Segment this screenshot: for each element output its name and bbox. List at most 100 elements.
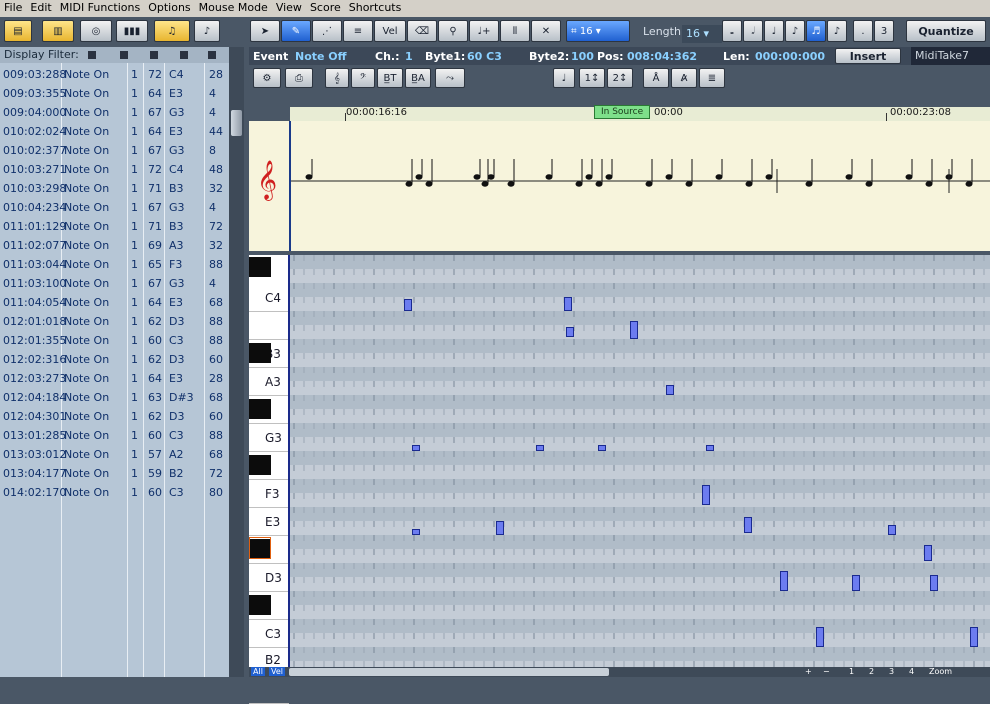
- quantize-button[interactable]: Quantize: [906, 20, 986, 42]
- event-list-view-button[interactable]: ▤: [4, 20, 32, 42]
- black-key[interactable]: [249, 257, 271, 277]
- text-above-button[interactable]: B̲T: [377, 68, 403, 88]
- quarter-note-button[interactable]: ♩: [764, 20, 784, 42]
- filter-toggle-pos[interactable]: [88, 51, 96, 59]
- draw-tool-button[interactable]: ✎: [281, 20, 311, 42]
- midi-note[interactable]: [666, 385, 674, 395]
- event-row[interactable]: 010:02:377 Note On 1 67 G3 8: [0, 141, 229, 160]
- mute-tool-button[interactable]: ✕: [531, 20, 561, 42]
- text-below-button[interactable]: B̲A: [405, 68, 431, 88]
- thirtysecond-note-button[interactable]: ♪: [827, 20, 847, 42]
- multi-line-tool-button[interactable]: ≡: [343, 20, 373, 42]
- timeline-ruler[interactable]: 00:00:16:16 In Source 00:00 00:00:23:08: [290, 105, 990, 122]
- midi-note[interactable]: [924, 545, 932, 561]
- chord-symbol-button[interactable]: A̷: [671, 68, 697, 88]
- event-row[interactable]: 012:02:316 Note On 1 62 D3 60: [0, 350, 229, 369]
- highlighted-key[interactable]: [249, 537, 271, 559]
- score-notation-area[interactable]: 𝄞: [249, 121, 990, 251]
- drum-view-button[interactable]: ◎: [80, 20, 112, 42]
- midi-note[interactable]: [706, 445, 714, 451]
- event-list-scroll-thumb[interactable]: [231, 110, 242, 136]
- lyric-button[interactable]: Å: [643, 68, 669, 88]
- controller-view-button[interactable]: ▮▮▮: [116, 20, 148, 42]
- page-3[interactable]: 3: [889, 667, 894, 676]
- black-key[interactable]: [249, 595, 271, 615]
- score-view-button[interactable]: ♫: [154, 20, 190, 42]
- midi-note[interactable]: [852, 575, 860, 591]
- midi-note[interactable]: [816, 627, 824, 647]
- menu-mouse-mode[interactable]: Mouse Mode: [195, 0, 272, 17]
- erase-tool-button[interactable]: ⌫: [407, 20, 437, 42]
- zoom-in-button[interactable]: +: [805, 667, 812, 676]
- event-row[interactable]: 010:03:271 Note On 1 72 C4 48: [0, 160, 229, 179]
- eighth-note-button[interactable]: ♪: [785, 20, 805, 42]
- transcribe-button[interactable]: ⤳: [435, 68, 465, 88]
- black-key[interactable]: [249, 455, 271, 475]
- horizontal-scroll-thumb[interactable]: [289, 668, 609, 676]
- length-select[interactable]: 16 ▾: [682, 25, 722, 43]
- event-row[interactable]: 010:03:298 Note On 1 71 B3 32: [0, 179, 229, 198]
- triplet-button[interactable]: 3: [874, 20, 894, 42]
- midi-note[interactable]: [412, 445, 420, 451]
- midi-note[interactable]: [780, 571, 788, 591]
- settings-button[interactable]: ⚙: [253, 68, 281, 88]
- event-row[interactable]: 012:01:018 Note On 1 62 D3 88: [0, 312, 229, 331]
- voice-1-button[interactable]: 1↕: [579, 68, 605, 88]
- print-button[interactable]: ⎙: [285, 68, 313, 88]
- event-row[interactable]: 010:04:234 Note On 1 67 G3 4: [0, 198, 229, 217]
- position-value[interactable]: 008:04:362: [627, 50, 697, 63]
- event-row[interactable]: 014:02:170 Note On 1 60 C3 80: [0, 483, 229, 502]
- event-row[interactable]: 010:02:024 Note On 1 64 E3 44: [0, 122, 229, 141]
- all-button[interactable]: All: [251, 667, 265, 676]
- menu-edit[interactable]: Edit: [26, 0, 55, 17]
- black-key[interactable]: [249, 343, 271, 363]
- event-type-value[interactable]: Note Off: [295, 50, 347, 63]
- channel-value[interactable]: 1: [405, 50, 413, 63]
- midi-note[interactable]: [412, 529, 420, 535]
- midi-note[interactable]: [598, 445, 606, 451]
- piano-roll-view-button[interactable]: ▥: [42, 20, 74, 42]
- menu-midi-functions[interactable]: MIDI Functions: [56, 0, 144, 17]
- event-row[interactable]: 011:03:044 Note On 1 65 F3 88: [0, 255, 229, 274]
- filter-toggle-byte1[interactable]: [180, 51, 188, 59]
- event-row[interactable]: 009:03:355 Note On 1 64 E3 4: [0, 84, 229, 103]
- event-row[interactable]: 011:04:054 Note On 1 64 E3 68: [0, 293, 229, 312]
- black-key[interactable]: [249, 399, 271, 419]
- midi-note[interactable]: [744, 517, 752, 533]
- midi-note[interactable]: [564, 297, 572, 311]
- midi-note[interactable]: [496, 521, 504, 535]
- filter-toggle-type[interactable]: [120, 51, 128, 59]
- page-4[interactable]: 4: [909, 667, 914, 676]
- page-2[interactable]: 2: [869, 667, 874, 676]
- menu-score[interactable]: Score: [306, 0, 345, 17]
- length-info-value[interactable]: 000:00:000: [755, 50, 825, 63]
- zoom-out-button[interactable]: −: [823, 667, 830, 676]
- select-tool-button[interactable]: ➤: [250, 20, 280, 42]
- snap-select[interactable]: ⌗ 16 ▾: [566, 20, 630, 42]
- sheet-view-button[interactable]: ♪: [194, 20, 220, 42]
- event-row[interactable]: 013:03:012 Note On 1 57 A2 68: [0, 445, 229, 464]
- piano-roll-grid[interactable]: [290, 255, 990, 675]
- filter-toggle-byte2[interactable]: [208, 51, 216, 59]
- midi-note[interactable]: [888, 525, 896, 535]
- bass-clef-button[interactable]: 𝄢: [351, 68, 375, 88]
- event-row[interactable]: 012:04:184 Note On 1 63 D#3 68: [0, 388, 229, 407]
- event-row[interactable]: 012:04:301 Note On 1 62 D3 60: [0, 407, 229, 426]
- stem-button[interactable]: ♩: [553, 68, 575, 88]
- voice-2-button[interactable]: 2↕: [607, 68, 633, 88]
- event-row[interactable]: 012:03:273 Note On 1 64 E3 28: [0, 369, 229, 388]
- menu-options[interactable]: Options: [144, 0, 194, 17]
- event-row[interactable]: 011:03:100 Note On 1 67 G3 4: [0, 274, 229, 293]
- byte1-value[interactable]: 60 C3: [467, 50, 502, 63]
- menu-view[interactable]: View: [272, 0, 306, 17]
- midi-note[interactable]: [536, 445, 544, 451]
- menu-shortcuts[interactable]: Shortcuts: [345, 0, 406, 17]
- zoom-label[interactable]: Zoom: [929, 667, 952, 676]
- take-name[interactable]: MidiTake7: [911, 47, 990, 65]
- in-source-marker[interactable]: In Source: [594, 105, 651, 119]
- menu-file[interactable]: File: [0, 0, 26, 17]
- event-row[interactable]: 009:04:000 Note On 1 67 G3 4: [0, 103, 229, 122]
- event-list-scrollbar[interactable]: [229, 47, 244, 677]
- insert-note-button[interactable]: ♩+: [469, 20, 499, 42]
- event-row[interactable]: 013:04:177 Note On 1 59 B2 72: [0, 464, 229, 483]
